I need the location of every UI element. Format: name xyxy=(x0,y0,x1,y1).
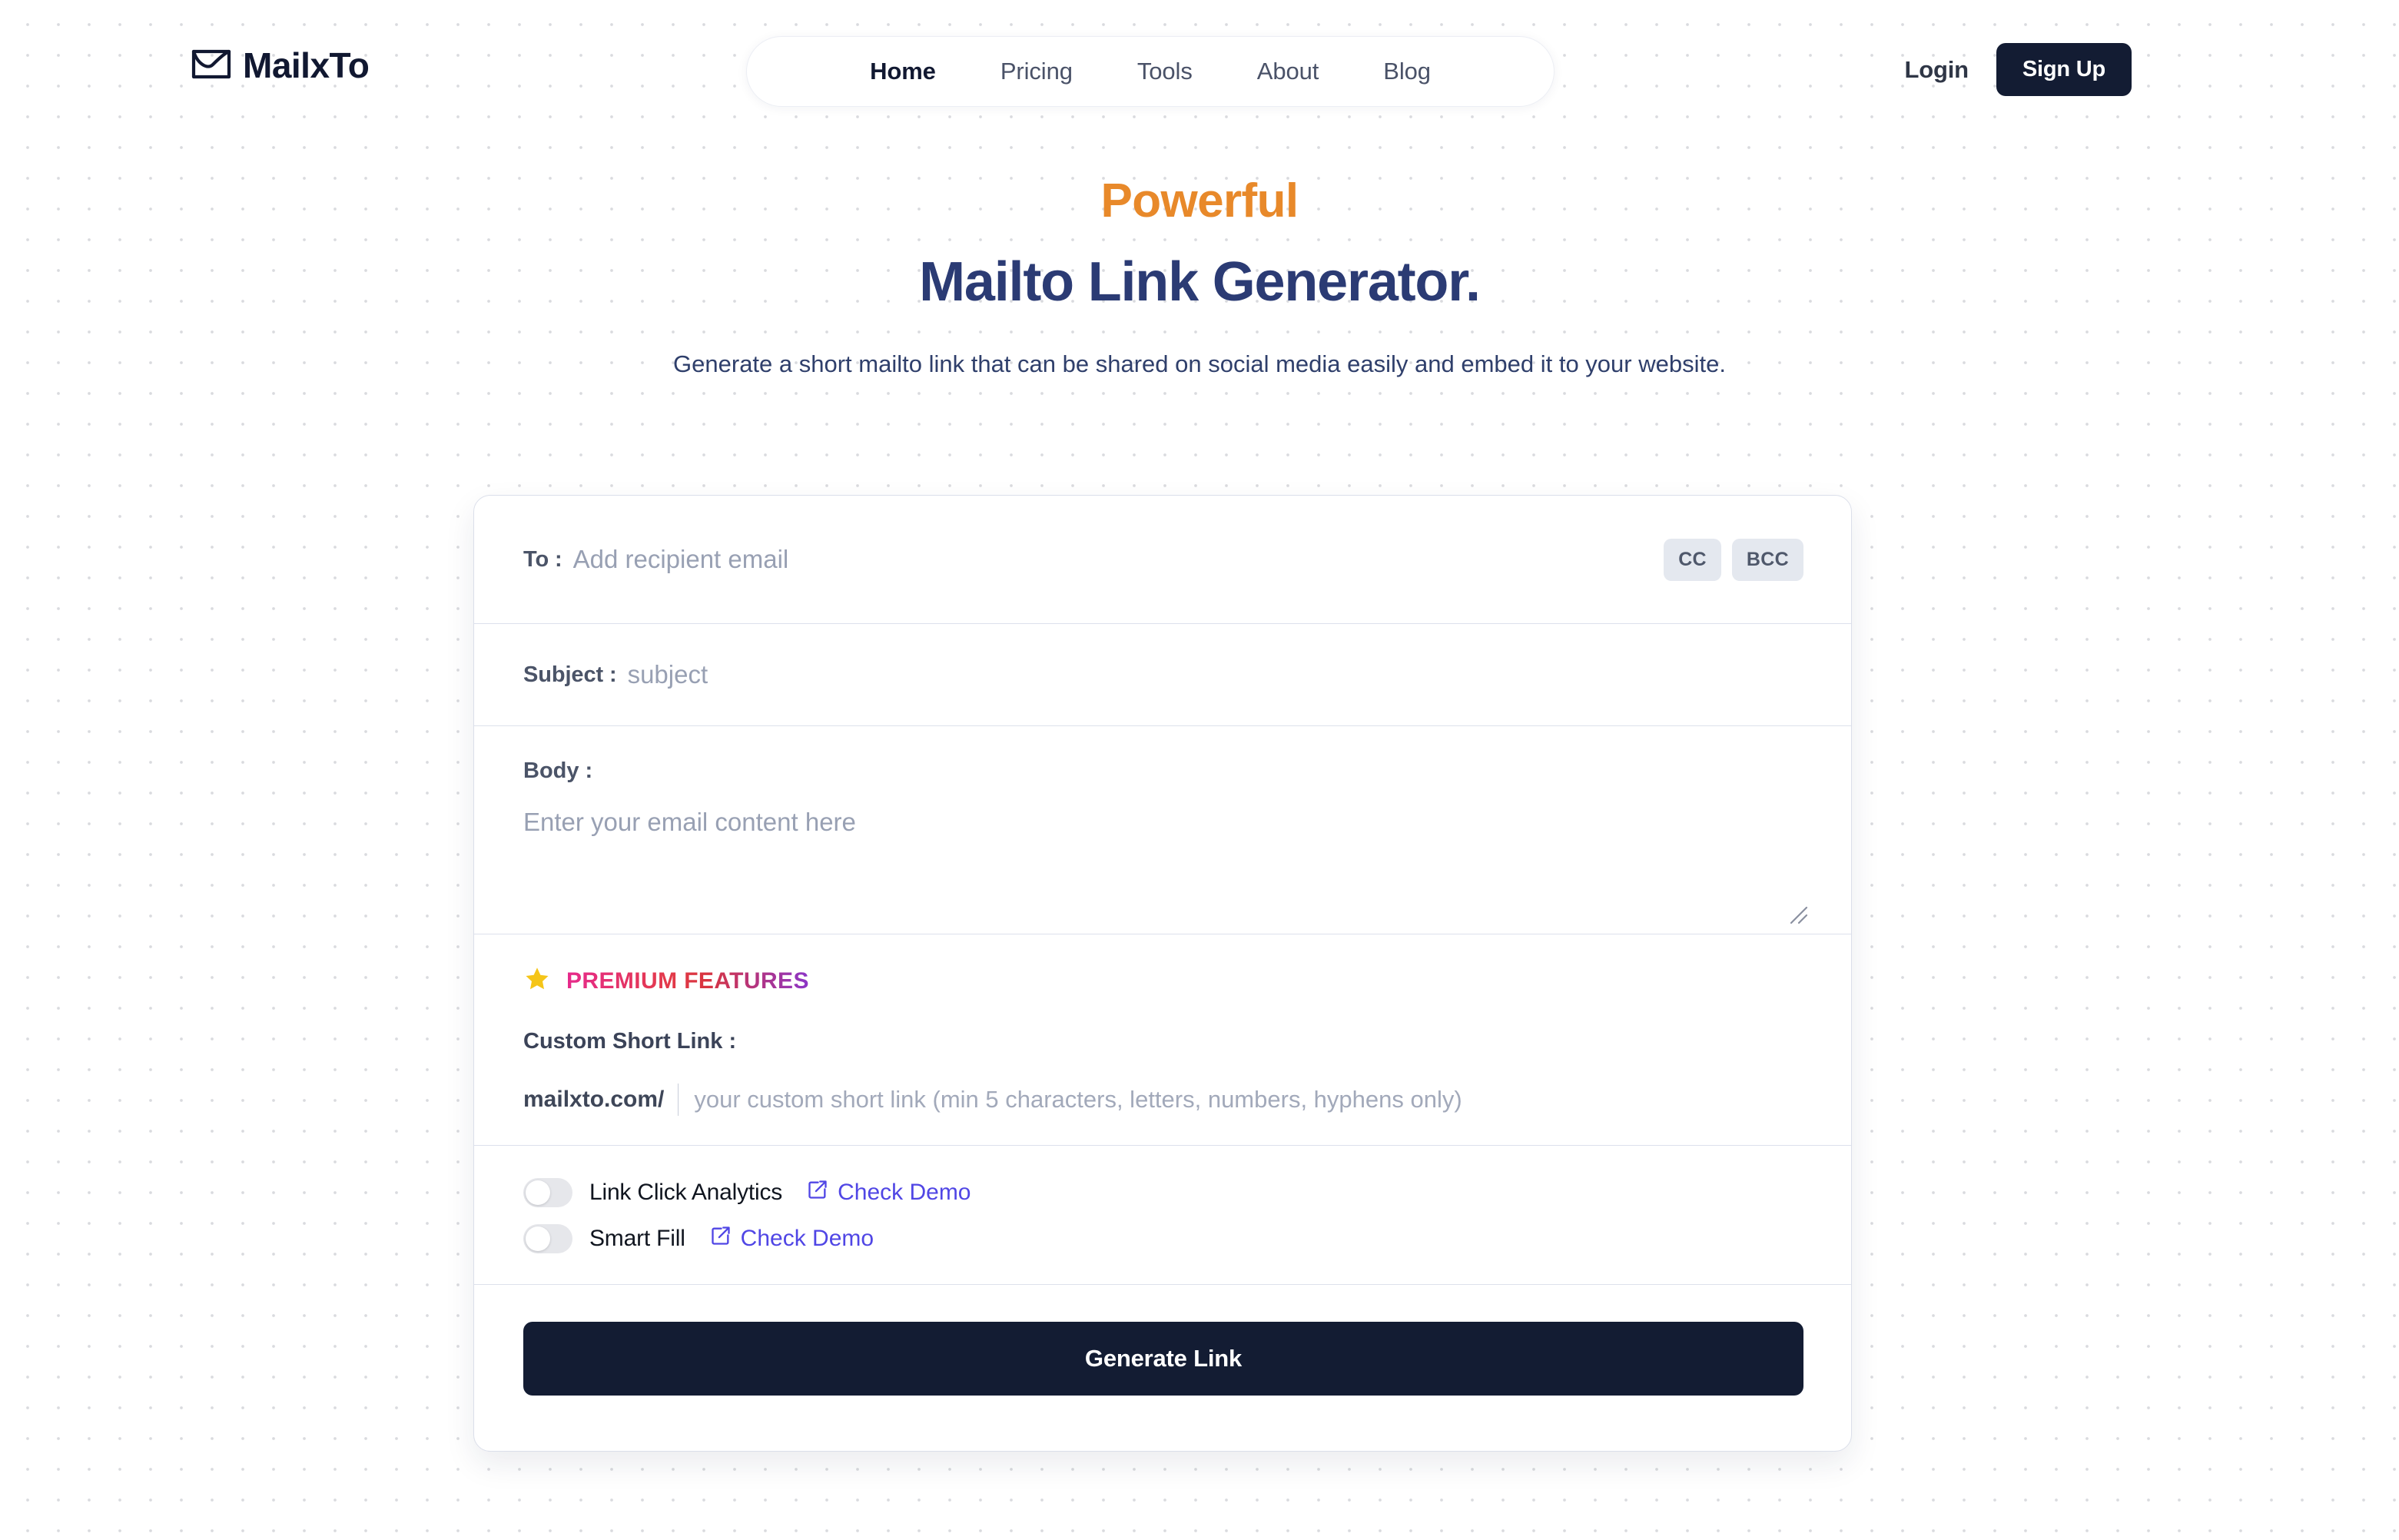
external-link-icon xyxy=(710,1225,732,1253)
nav-item-tools[interactable]: Tools xyxy=(1105,58,1225,85)
external-link-icon xyxy=(807,1179,828,1206)
smart-fill-demo-link[interactable]: Check Demo xyxy=(710,1225,874,1253)
resize-handle-icon[interactable] xyxy=(1787,903,1808,924)
brand-logo[interactable]: MailxTo xyxy=(191,45,370,86)
custom-short-link-row: mailxto.com/ xyxy=(523,1084,1803,1116)
auth-actions: Login Sign Up xyxy=(1904,43,2132,96)
demo-link-label: Check Demo xyxy=(838,1180,971,1205)
custom-short-link-label: Custom Short Link : xyxy=(523,1029,737,1054)
toggle-row-link-click-analytics: Link Click Analytics Check Demo xyxy=(523,1178,1803,1207)
toggle-knob xyxy=(526,1226,550,1251)
to-label: To : xyxy=(523,546,562,572)
demo-link-label: Check Demo xyxy=(740,1226,874,1251)
toggle-knob xyxy=(526,1180,550,1205)
submit-section: Generate Link xyxy=(474,1285,1851,1451)
generate-link-button[interactable]: Generate Link xyxy=(523,1322,1803,1396)
vertical-separator xyxy=(678,1084,679,1116)
custom-short-link-input[interactable] xyxy=(694,1086,1803,1114)
premium-toggles-section: Link Click Analytics Check Demo Smart Fi… xyxy=(474,1146,1851,1284)
cc-bcc-group: CC BCC xyxy=(1664,538,1803,581)
hero-section: Powerful Mailto Link Generator. Generate… xyxy=(0,174,2399,382)
link-click-analytics-toggle[interactable] xyxy=(523,1178,572,1207)
to-field-row: To : CC BCC xyxy=(474,496,1851,623)
envelope-check-icon xyxy=(191,47,232,85)
to-input[interactable] xyxy=(572,545,1664,574)
smart-fill-label: Smart Fill xyxy=(589,1226,685,1251)
nav-item-about[interactable]: About xyxy=(1225,58,1352,85)
page-title: Mailto Link Generator. xyxy=(919,251,1481,314)
subject-label: Subject : xyxy=(523,662,617,687)
site-header: MailxTo Home Pricing Tools About Blog Lo… xyxy=(0,0,2399,148)
primary-navigation: Home Pricing Tools About Blog xyxy=(746,36,1555,107)
login-link[interactable]: Login xyxy=(1904,56,1969,84)
premium-features-section: PREMIUM FEATURES Custom Short Link : mai… xyxy=(474,934,1851,1145)
body-label: Body : xyxy=(523,758,593,783)
hero-subtitle: Generate a short mailto link that can be… xyxy=(673,350,1726,378)
nav-item-blog[interactable]: Blog xyxy=(1351,58,1463,85)
subject-field-row: Subject : xyxy=(474,624,1851,725)
cc-button[interactable]: CC xyxy=(1664,538,1721,581)
smart-fill-toggle[interactable] xyxy=(523,1224,572,1253)
nav-item-pricing[interactable]: Pricing xyxy=(968,58,1105,85)
mailto-generator-card: To : CC BCC Subject : Body : xyxy=(473,495,1852,1452)
premium-header: PREMIUM FEATURES xyxy=(523,965,1803,997)
brand-name: MailxTo xyxy=(243,45,370,85)
body-field-row: Body : xyxy=(474,726,1851,934)
toggle-row-smart-fill: Smart Fill Check Demo xyxy=(523,1224,1803,1253)
premium-features-title: PREMIUM FEATURES xyxy=(566,967,809,994)
bcc-button[interactable]: BCC xyxy=(1731,538,1803,581)
link-click-analytics-demo-link[interactable]: Check Demo xyxy=(807,1179,971,1206)
page-root: MailxTo Home Pricing Tools About Blog Lo… xyxy=(0,0,2399,1540)
nav-item-home[interactable]: Home xyxy=(838,58,968,85)
star-icon xyxy=(523,965,551,997)
hero-eyebrow: Powerful xyxy=(1100,174,1299,227)
domain-prefix: mailxto.com/ xyxy=(523,1087,665,1112)
body-textarea[interactable] xyxy=(523,805,1803,905)
subject-input[interactable] xyxy=(627,660,1803,689)
signup-button[interactable]: Sign Up xyxy=(1996,43,2132,96)
link-click-analytics-label: Link Click Analytics xyxy=(589,1180,783,1205)
